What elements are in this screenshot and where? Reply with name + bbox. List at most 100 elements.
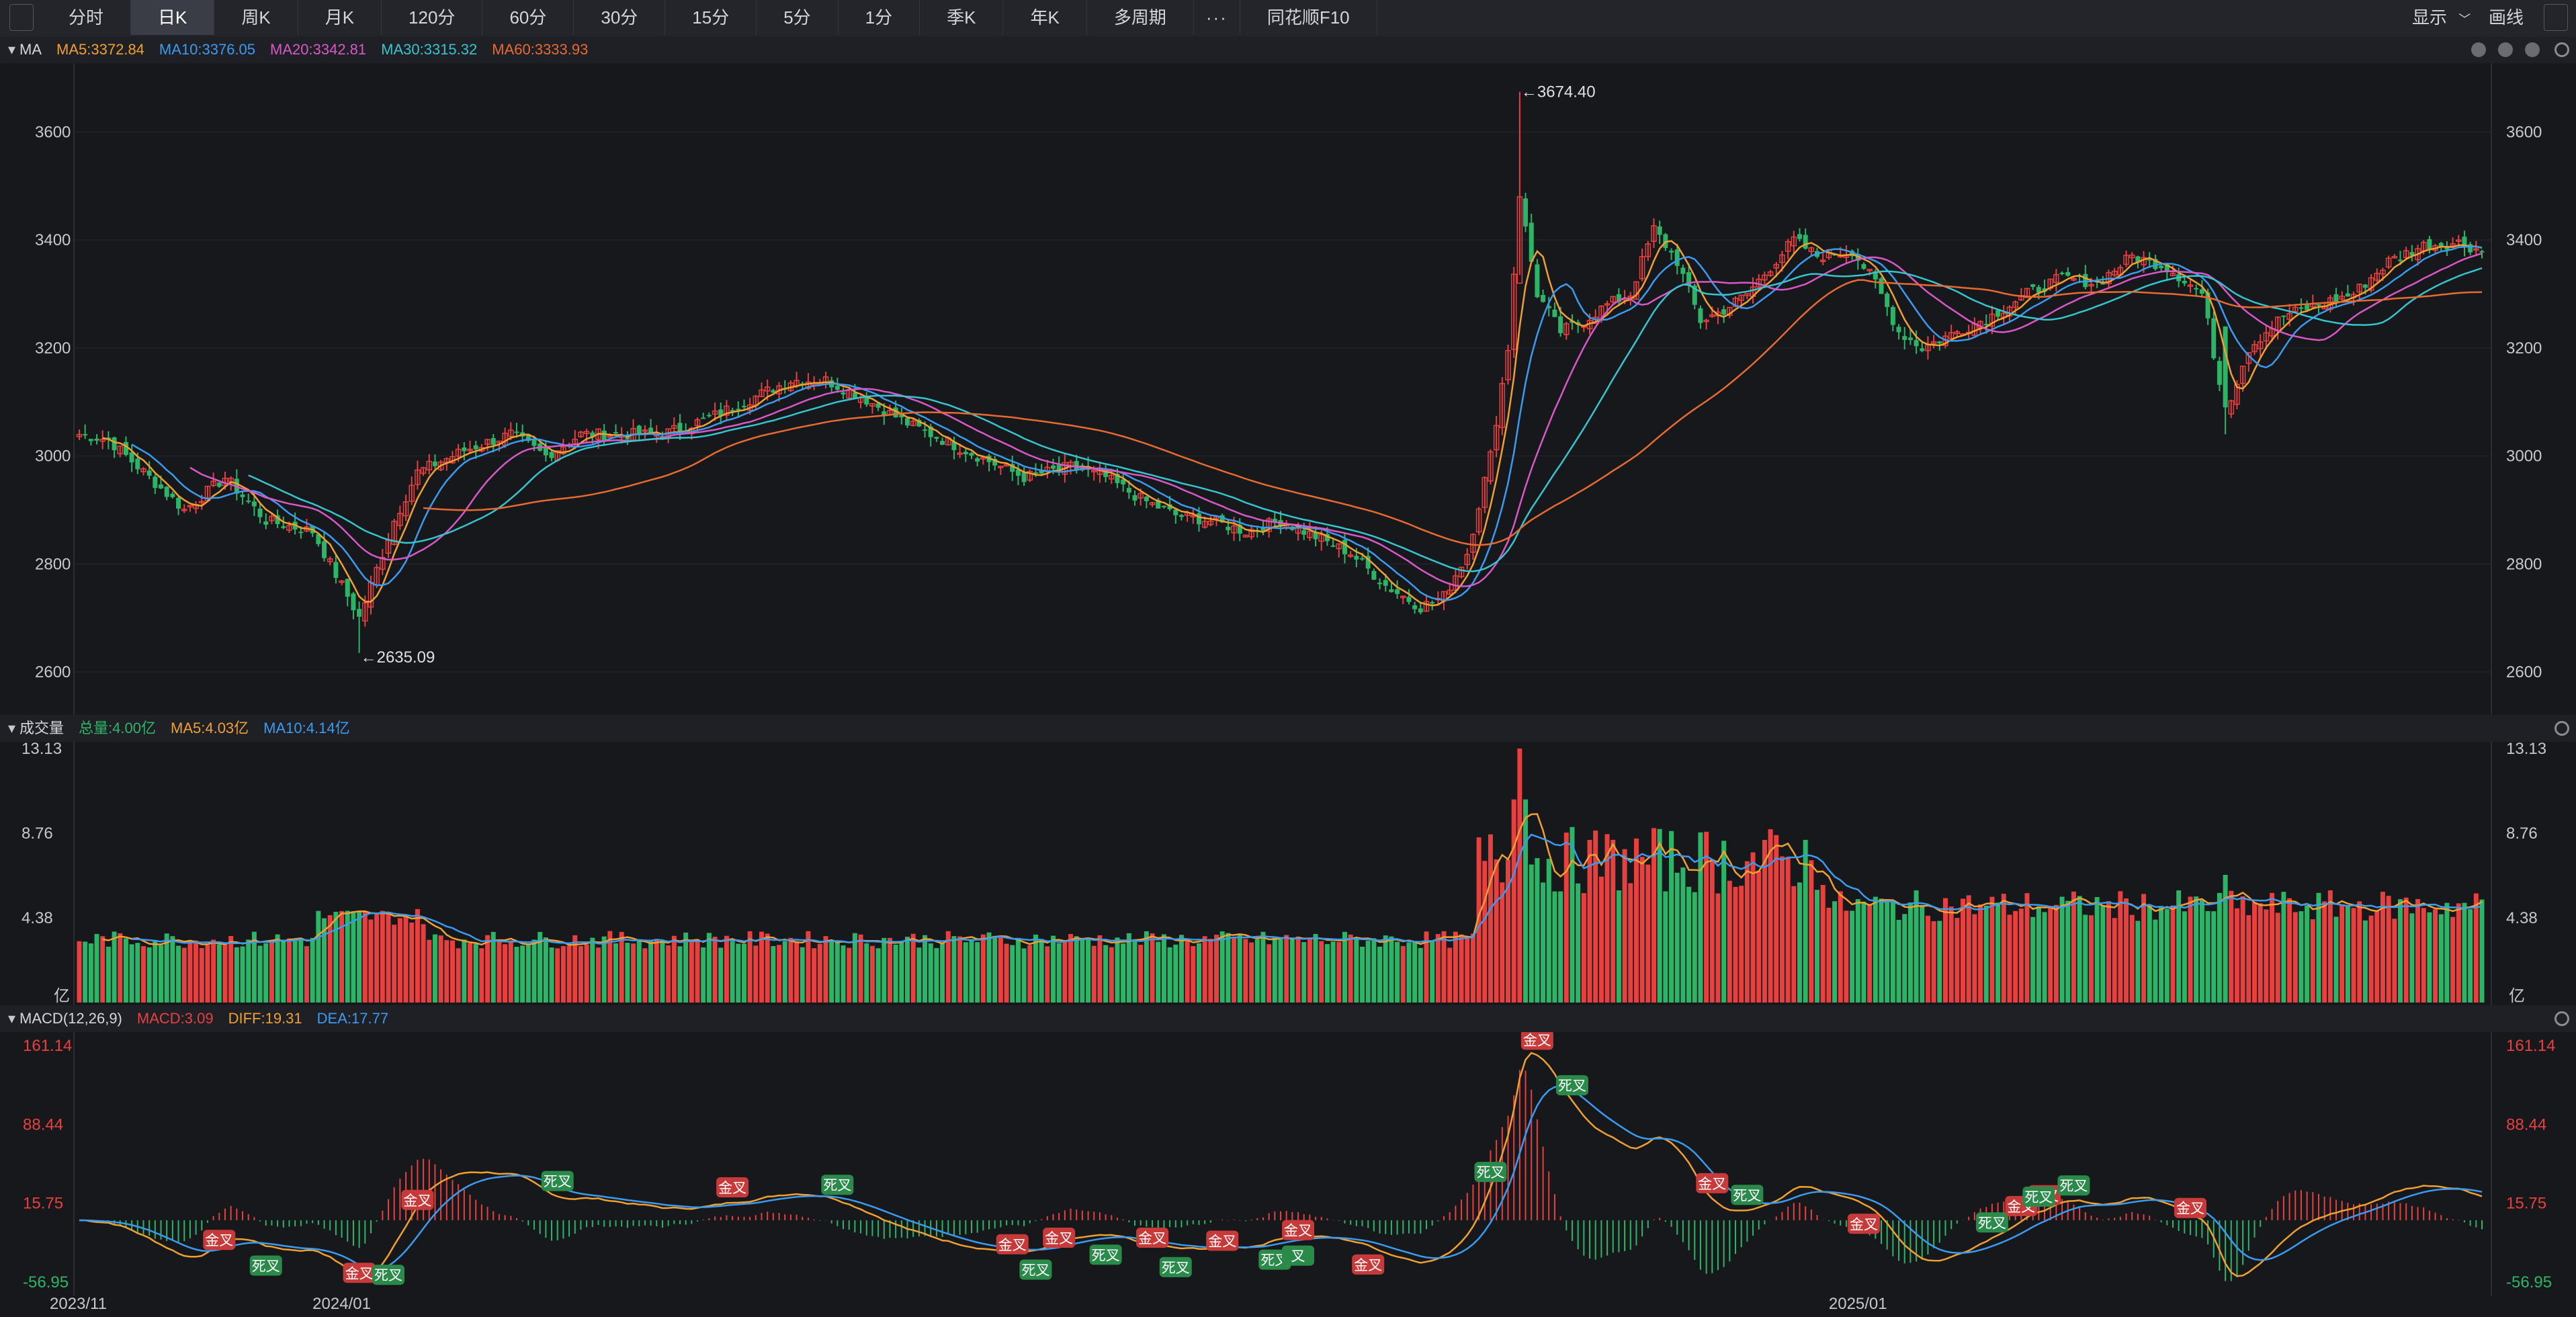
- volume-bar: [1739, 886, 1744, 1003]
- candlestick-chart[interactable]: 3600 3600 3400 3400 3200 3200 3000 3000 2800 2800…: [0, 63, 2576, 715]
- volume-bar: [1616, 890, 1621, 1003]
- volume-bar: [875, 948, 881, 1003]
- collapse-chevron-icon[interactable]: ▾: [8, 720, 15, 736]
- volume-bar: [951, 936, 957, 1003]
- settings-gear-icon[interactable]: [2554, 42, 2569, 57]
- candle-body: [1161, 505, 1166, 507]
- volume-bar: [1313, 933, 1318, 1003]
- volume-bar: [1639, 857, 1645, 1003]
- volume-bar: [613, 943, 619, 1003]
- volume-bar: [339, 910, 345, 1003]
- settings-gear-icon[interactable]: [2554, 1011, 2569, 1026]
- volume-bar: [1517, 749, 1522, 1003]
- tab-0[interactable]: 分时: [42, 0, 132, 35]
- price-panel-header: ▾ MA MA5:3372.84 MA10:3376.05 MA20:3342.81 MA…: [0, 36, 2576, 63]
- candle-body: [240, 495, 245, 497]
- volume-bar: [1138, 945, 1144, 1003]
- cross-tag-label: 死叉: [252, 1259, 280, 1274]
- draw-line-button[interactable]: 画线: [2489, 0, 2524, 35]
- period-toolbar: 分时 日K 周K 月K 120分 60分 30分 15分 5分 1分 季K 年K 多周期 ··· 同花顺F1…: [0, 0, 2576, 37]
- candle-body: [1342, 540, 1347, 554]
- volume-bar: [2240, 896, 2245, 1003]
- tab-12[interactable]: 多周期: [1087, 0, 1194, 35]
- volume-bar: [333, 911, 339, 1003]
- volume-bar: [432, 934, 437, 1003]
- volume-bar: [1249, 942, 1254, 1003]
- volume-bar: [1955, 918, 1960, 1003]
- cross-tag-label: 金叉: [1284, 1224, 1312, 1239]
- plus-circle-icon[interactable]: [2498, 42, 2513, 57]
- tab-9[interactable]: 1分: [839, 0, 920, 35]
- volume-bar: [1576, 883, 1581, 1003]
- volume-bar: [2159, 906, 2164, 1003]
- volume-bar: [2327, 890, 2333, 1003]
- volume-bar: [1633, 838, 1639, 1003]
- tab-5[interactable]: 60分: [482, 0, 574, 35]
- candle-body: [1937, 341, 1942, 343]
- volume-bar: [823, 936, 828, 1003]
- volume-bar: [2397, 899, 2403, 1003]
- volume-bar: [2124, 898, 2129, 1003]
- tab-7[interactable]: 15分: [665, 0, 757, 35]
- volume-bar: [1482, 861, 1488, 1003]
- macd-chart[interactable]: 161.14 161.14 88.44 88.44 15.75 15.75 -56.95 -5…: [0, 1032, 2576, 1317]
- candle-body: [333, 562, 339, 578]
- macd-tick-left: 15.75: [23, 1195, 63, 1213]
- minus-circle-icon[interactable]: [2471, 42, 2486, 57]
- volume-bar: [415, 908, 420, 1003]
- volume-bar: [2392, 919, 2397, 1003]
- minus-circle-icon[interactable]: [2525, 42, 2540, 57]
- volume-bar: [1896, 919, 1901, 1003]
- tab-10[interactable]: 季K: [920, 0, 1004, 35]
- tab-14[interactable]: 同花顺F10: [1240, 0, 1377, 35]
- candle-body: [1395, 589, 1400, 594]
- display-menu-button[interactable]: 显示 ﹀: [2412, 0, 2471, 35]
- tab-11[interactable]: 年K: [1003, 0, 1087, 35]
- volume-bar: [228, 935, 234, 1003]
- volume-bar: [409, 922, 415, 1003]
- volume-bar: [1191, 945, 1196, 1003]
- tab-3[interactable]: 月K: [298, 0, 382, 35]
- panel-toggle-icon[interactable]: [2544, 4, 2568, 31]
- volume-bar: [2362, 920, 2368, 1003]
- candle-body: [1657, 226, 1662, 235]
- sidebar-toggle-icon[interactable]: [9, 4, 34, 31]
- volume-bar: [916, 947, 922, 1003]
- volume-bar: [2351, 908, 2356, 1003]
- tab-1[interactable]: 日K: [131, 0, 215, 35]
- tab-13[interactable]: ···: [1194, 0, 1240, 35]
- candle-body: [1196, 513, 1201, 525]
- volume-bar: [94, 933, 99, 1003]
- collapse-chevron-icon[interactable]: ▾: [8, 41, 15, 58]
- candle-body: [940, 441, 945, 445]
- volume-bar: [2468, 909, 2473, 1003]
- volume-bar: [595, 947, 601, 1003]
- volume-bar: [817, 943, 822, 1003]
- volume-bar: [2094, 897, 2100, 1003]
- tab-8[interactable]: 5分: [757, 0, 839, 35]
- macd-tick-right: 161.14: [2506, 1037, 2555, 1055]
- candle-body: [1541, 295, 1546, 302]
- volume-bar: [2258, 903, 2263, 1003]
- candle-body: [1552, 309, 1557, 317]
- tab-6[interactable]: 30分: [574, 0, 666, 35]
- candle-body: [345, 579, 350, 597]
- volume-bar: [718, 947, 724, 1003]
- volume-bar: [636, 941, 642, 1003]
- volume-bar: [806, 931, 811, 1003]
- volume-bar: [1062, 941, 1068, 1003]
- volume-bar: [444, 940, 449, 1003]
- volume-bar: [1989, 896, 1995, 1003]
- tab-2[interactable]: 周K: [214, 0, 298, 35]
- candle-body: [257, 508, 263, 517]
- volume-bar: [159, 945, 164, 1003]
- volume-chart[interactable]: 13.13 13.13 8.76 8.76 4.38 4.38 亿 亿: [0, 742, 2576, 1005]
- volume-bar: [2065, 900, 2071, 1003]
- collapse-chevron-icon[interactable]: ▾: [8, 1010, 15, 1027]
- volume-bar: [1121, 943, 1126, 1003]
- tab-4[interactable]: 120分: [382, 0, 483, 35]
- settings-gear-icon[interactable]: [2554, 721, 2569, 736]
- volume-bar: [211, 939, 216, 1003]
- volume-bar: [403, 915, 409, 1003]
- volume-bar: [928, 943, 933, 1003]
